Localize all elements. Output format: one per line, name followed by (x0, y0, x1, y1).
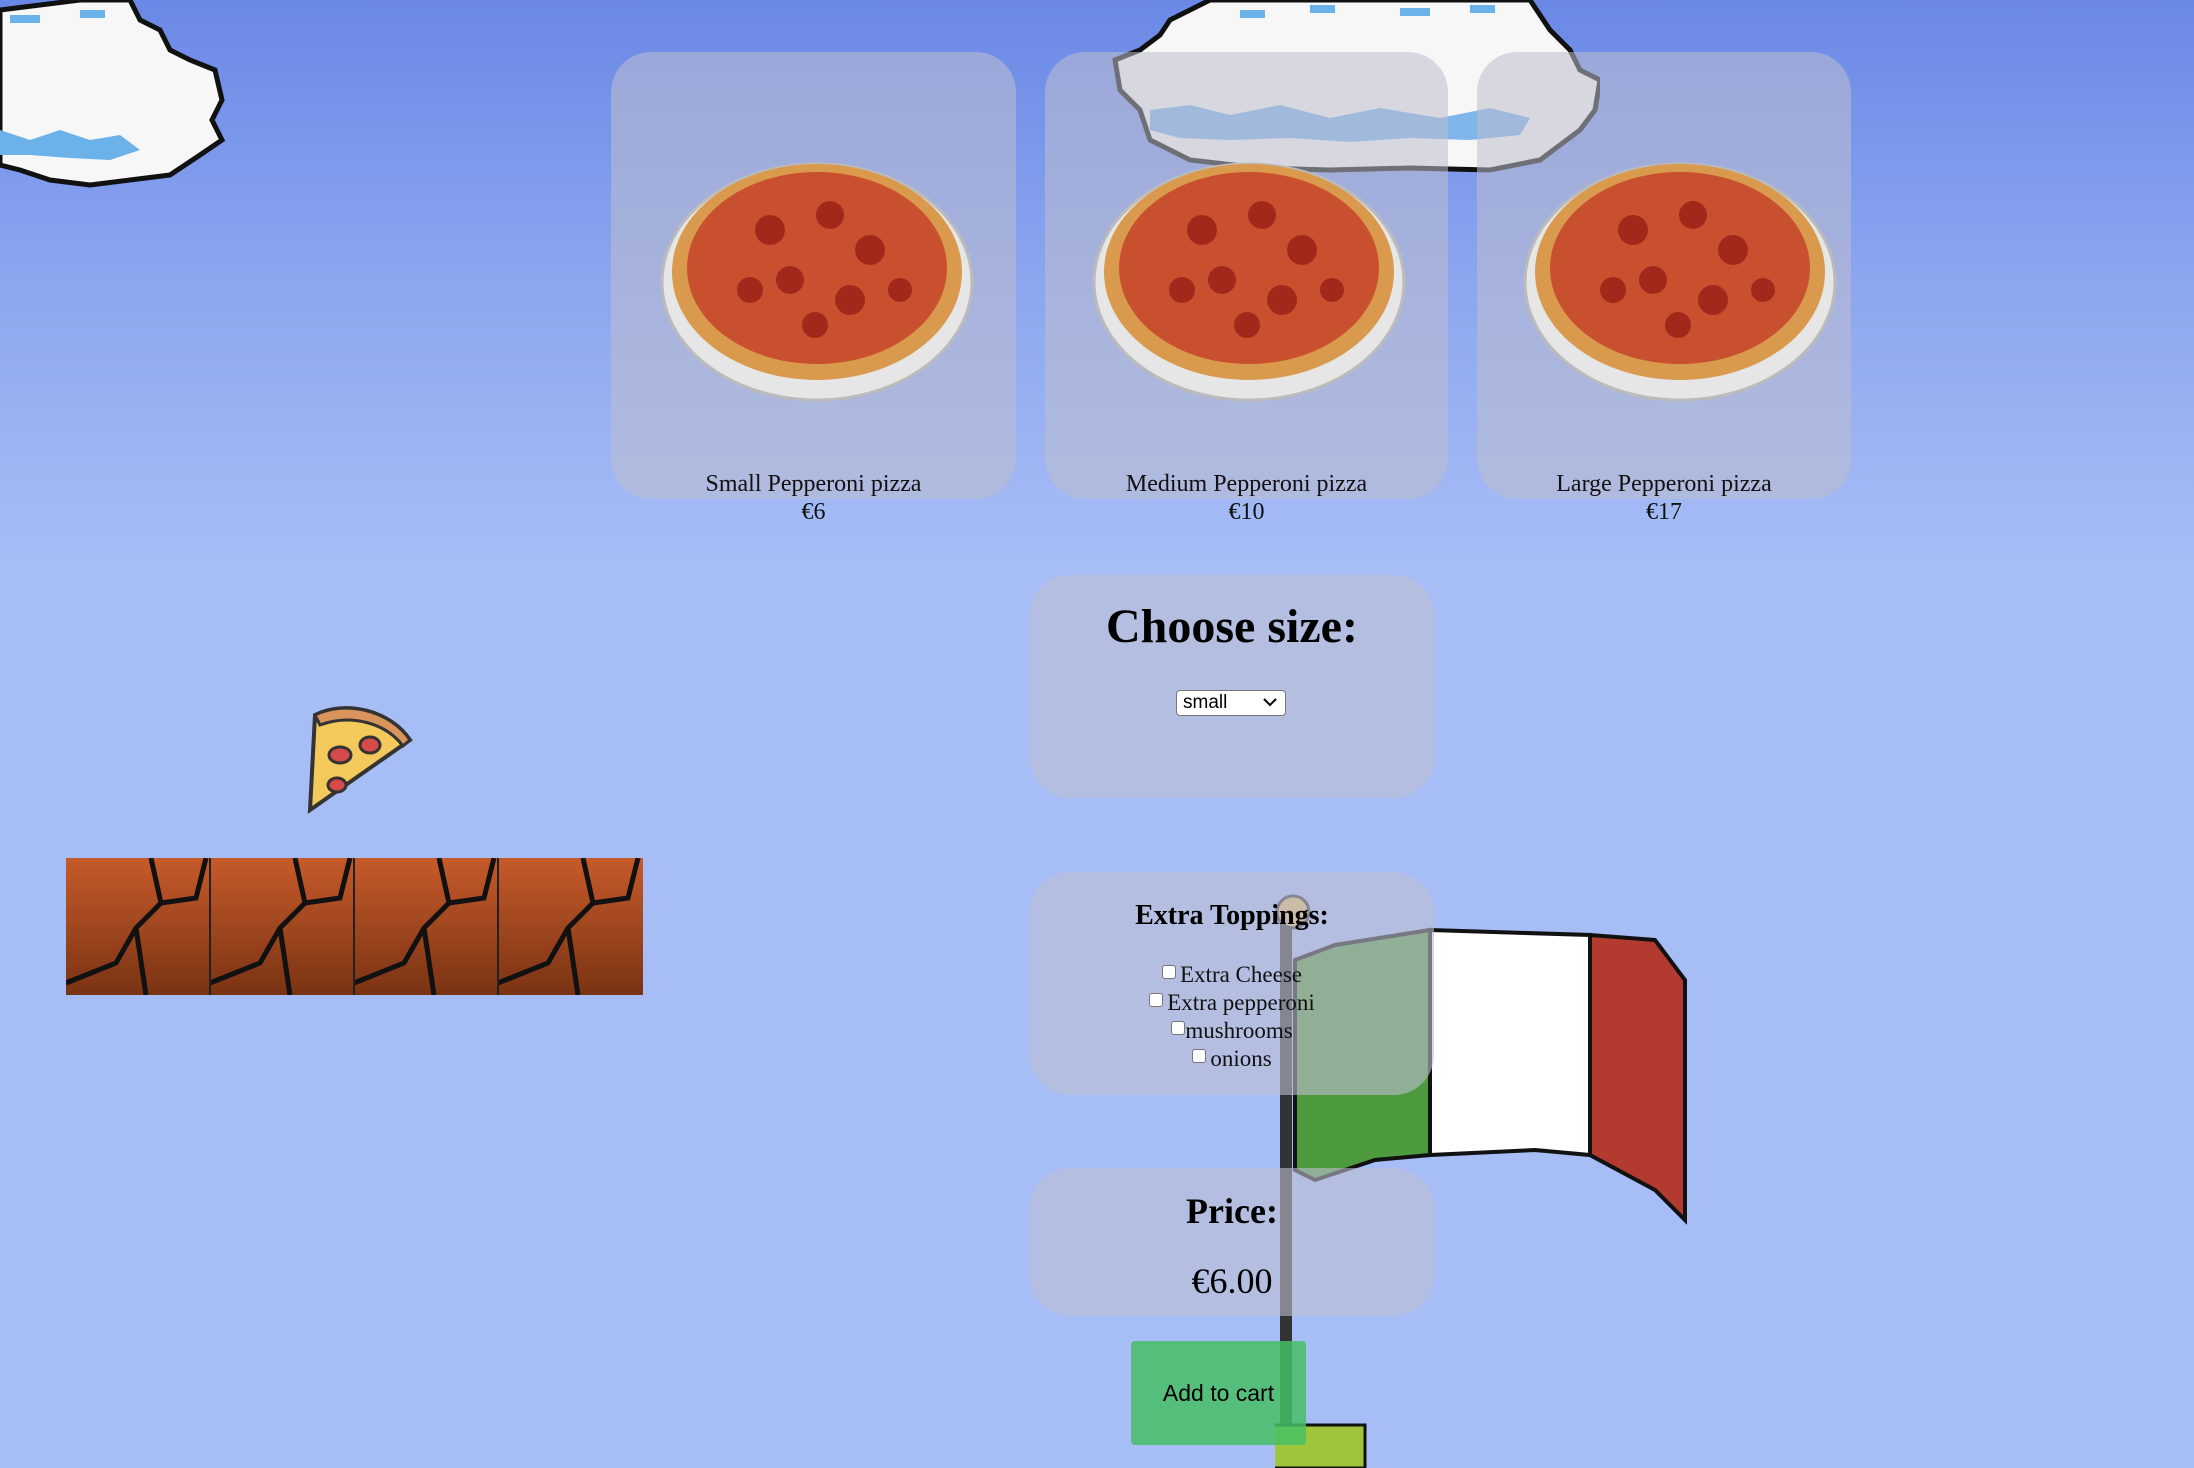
topping-label: Extra pepperoni (1167, 990, 1315, 1015)
topping-extra-cheese: Extra Cheese (1030, 962, 1434, 988)
size-panel: Choose size: small (1030, 575, 1434, 798)
topping-mushrooms: mushrooms (1030, 1018, 1434, 1044)
price-value: €6.00 (1191, 1261, 1273, 1301)
size-select[interactable]: small (1176, 690, 1286, 716)
product-price: €6 (801, 499, 826, 525)
add-to-cart-button[interactable]: Add to cart (1131, 1341, 1306, 1445)
topping-label: Extra Cheese (1180, 962, 1302, 987)
product-name: Medium Pepperoni pizza (1125, 471, 1368, 497)
pizza-slice-icon (307, 706, 413, 814)
topping-label: mushrooms (1185, 1018, 1293, 1043)
product-name: Large Pepperoni pizza (1556, 471, 1772, 497)
toppings-title: Extra Toppings: (1135, 900, 1329, 931)
onions-checkbox[interactable] (1192, 1049, 1207, 1063)
size-title: Choose size: (1106, 600, 1358, 653)
product-name: Small Pepperoni pizza (705, 471, 922, 497)
toppings-list: Extra Cheese Extra pepperoni mushrooms o… (1030, 962, 1434, 1082)
extra-cheese-checkbox[interactable] (1162, 965, 1176, 979)
large-pizza-image (1523, 162, 1837, 402)
price-panel: Price: €6.00 (1030, 1168, 1434, 1316)
chevron-down-icon (1263, 698, 1277, 707)
cloud-left-decoration (0, 0, 226, 188)
medium-pizza-image (1092, 162, 1406, 402)
size-select-value: small (1183, 692, 1228, 713)
small-pizza-image (660, 162, 974, 402)
price-title: Price: (1186, 1191, 1278, 1231)
product-label-medium: Medium Pepperoni pizza €10 (1045, 470, 1448, 526)
extra-pepperoni-checkbox[interactable] (1149, 993, 1164, 1007)
product-price: €17 (1646, 499, 1682, 525)
topping-label: onions (1210, 1046, 1272, 1071)
product-price: €10 (1228, 499, 1265, 525)
brick-platform-decoration (66, 858, 643, 995)
mushrooms-checkbox[interactable] (1171, 1021, 1186, 1035)
topping-extra-pepperoni: Extra pepperoni (1030, 990, 1434, 1016)
topping-onions: onions (1030, 1046, 1434, 1072)
product-label-small: Small Pepperoni pizza €6 (611, 470, 1016, 526)
product-label-large: Large Pepperoni pizza €17 (1477, 470, 1851, 526)
